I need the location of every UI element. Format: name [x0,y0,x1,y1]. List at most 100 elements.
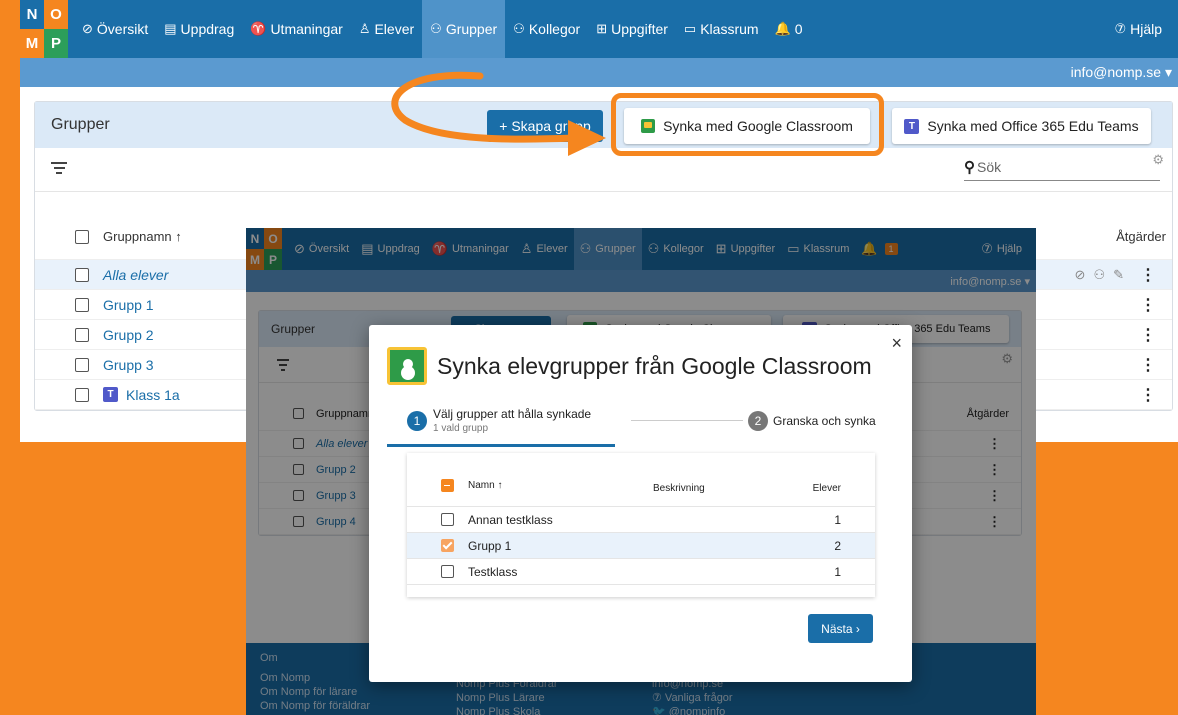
notification-count: 0 [794,21,803,37]
user-menu[interactable]: info@nomp.se ▾ [1071,64,1172,81]
more-icon[interactable]: ⋮ [1140,295,1156,315]
student-count: 2 [834,538,841,553]
nav-elever[interactable]: ♙ Elever [351,0,422,58]
document-icon: ▤ [164,21,177,36]
nav-klassrum[interactable]: ▭ Klassrum [676,0,767,58]
student-count: 1 [834,564,841,579]
nav-uppgifter[interactable]: ⊞ Uppgifter [588,0,676,58]
sync-office-button[interactable]: T Synka med Office 365 Edu Teams [892,108,1151,144]
row-checkbox[interactable] [75,327,89,342]
nav-label: Grupper [445,21,498,37]
group-name[interactable]: Klass 1a [126,387,180,403]
nav-oversikt[interactable]: ⊘ Översikt [74,0,156,58]
classroom-icon: ▭ [683,21,697,36]
person-icon: ♙ [358,21,371,36]
google-classroom-icon [387,347,427,385]
search-input[interactable]: ⚲ Sök [964,158,1160,181]
row-checkbox[interactable] [441,539,454,552]
nomp-logo[interactable]: N O M P [20,0,68,58]
nav-label: Uppgifter [611,21,668,37]
dialog-title-text: Synka elevgrupper från Google Classroom [437,352,872,379]
highlight-box [611,93,884,156]
table-row[interactable]: Grupp 1 2 [407,533,875,559]
select-all-checkbox[interactable] [75,229,89,244]
card-header: Grupper + Skapa grupp Synka med Google C… [35,102,1172,148]
step-sublabel: 1 vald grupp [433,423,489,434]
teams-icon: T [103,387,118,402]
nav-kollegor[interactable]: ⚇ Kollegor [505,0,588,58]
column-actions-header: Åtgärder [1116,229,1166,244]
filter-row: ⚲ Sök ⚙ [35,148,1172,192]
create-group-button[interactable]: + Skapa grupp [487,110,603,142]
active-step-indicator [387,444,615,447]
button-label: Nästa › [821,621,860,636]
select-all-checkbox[interactable] [441,479,454,492]
class-name: Annan testklass [468,512,553,527]
next-button[interactable]: Nästa › [808,614,873,643]
step-label: Välj grupper att hålla synkade [433,407,592,421]
step-1[interactable]: Välj grupper att hålla synkade 1 vald gr… [433,407,591,434]
filter-icon[interactable] [51,162,67,177]
nav-utmaningar[interactable]: ♈ Utmaningar [242,0,351,58]
dialog-title: Synka elevgrupper från Google Classroom [387,347,872,385]
colleagues-icon: ⚇ [513,21,525,36]
classroom-table: Namn ↑ Beskrivning Elever Annan testklas… [407,453,875,597]
help-icon: ⑦ [1114,21,1127,36]
group-name[interactable]: Grupp 2 [103,327,154,343]
step-number: 1 [407,411,427,431]
group-name[interactable]: Grupp 3 [103,357,154,373]
row-actions-icons[interactable]: ⊘⚇✎ [1075,267,1132,283]
table-row[interactable]: Annan testklass 1 [407,507,875,533]
button-label: Synka med Office 365 Edu Teams [927,118,1139,134]
row-checkbox[interactable] [75,357,89,372]
top-nav: N O M P ⊘ Översikt ▤ Uppdrag ♈ Utmaningar ♙… [20,0,1178,58]
search-icon: ⚲ [964,159,975,176]
step-connector [631,420,743,421]
row-checkbox[interactable] [75,387,89,402]
nav-menu: ⊘ Översikt ▤ Uppdrag ♈ Utmaningar ♙ Elever ⚇… [74,0,811,58]
row-checkbox[interactable] [75,297,89,312]
step-number: 2 [748,411,768,431]
gear-icon[interactable]: ⚙ [1152,152,1164,168]
column-name-header[interactable]: Gruppnamn ↑ [103,229,182,244]
trophy-icon: ♈ [250,21,267,36]
help-label: Hjälp [1130,21,1162,37]
nav-label: Utmaningar [270,21,343,37]
more-icon[interactable]: ⋮ [1140,385,1156,405]
more-icon[interactable]: ⋮ [1140,265,1156,285]
nav-label: Kollegor [528,21,581,37]
nav-notifications[interactable]: 🔔 0 [767,0,811,58]
nav-uppdrag[interactable]: ▤ Uppdrag [156,0,242,58]
group-icon: ⚇ [430,21,442,36]
search-placeholder: Sök [977,159,1002,175]
step-label: Granska och synka [773,414,876,428]
more-icon[interactable]: ⋮ [1140,325,1156,345]
help-link[interactable]: ⑦ Hjälp [1106,0,1170,58]
close-icon[interactable]: × [891,333,902,354]
row-checkbox[interactable] [75,267,89,282]
group-name[interactable]: Grupp 1 [103,297,154,313]
column-description-header: Beskrivning [653,483,705,494]
stepper: 1 Välj grupper att hålla synkade 1 vald … [387,407,897,447]
group-name[interactable]: Alla elever [103,267,168,283]
nav-label: Uppdrag [180,21,235,37]
user-bar: info@nomp.se ▾ [20,58,1178,87]
more-icon[interactable]: ⋮ [1140,355,1156,375]
class-name: Testklass [468,564,518,579]
step-2[interactable]: Granska och synka [773,414,876,428]
class-name: Grupp 1 [468,538,512,553]
row-checkbox[interactable] [441,565,454,578]
button-label: + Skapa grupp [499,118,591,134]
logo-letter: O [44,0,68,29]
nav-grupper[interactable]: ⚇ Grupper [422,0,506,58]
column-name-header[interactable]: Namn ↑ [468,480,502,491]
table-header: Namn ↑ Beskrivning Elever [407,453,875,507]
table-row[interactable]: Testklass 1 [407,559,875,585]
grid-icon: ⊞ [596,21,608,36]
bell-icon: 🔔 [774,21,791,36]
row-checkbox[interactable] [441,513,454,526]
page-title: Grupper [51,116,110,133]
teams-icon: T [904,118,920,134]
logo-letter: P [44,29,68,58]
nav-label: Klassrum [700,21,759,37]
